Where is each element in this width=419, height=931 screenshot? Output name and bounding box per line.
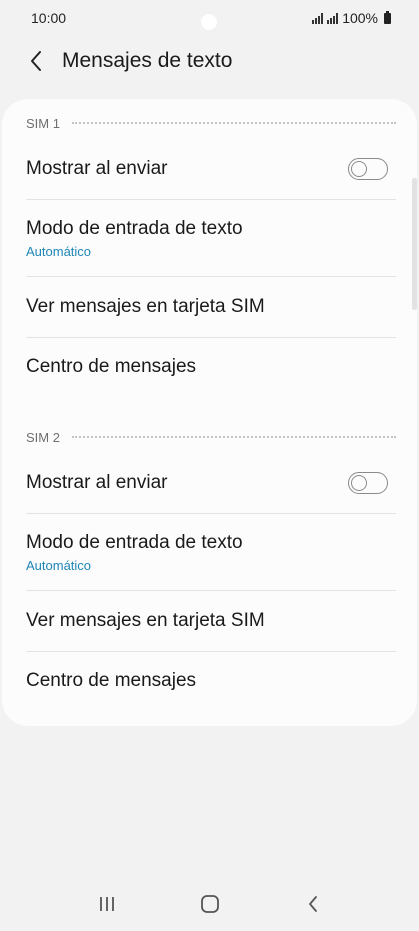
row-title: Centro de mensajes [26,670,197,691]
section-header-sim1: SIM 1 [26,113,396,133]
toggle-knob [351,161,367,177]
camera-cutout [201,14,217,30]
row-title: Modo de entrada de texto [26,217,243,239]
battery-icon [384,10,391,24]
row-title: Mostrar al enviar [26,158,168,179]
home-button[interactable] [185,884,235,924]
section-divider [71,122,396,124]
settings-card: SIM 1 Mostrar al enviar Modo de entrada … [2,99,417,726]
sim2-view-sim-messages[interactable]: Ver mensajes en tarjeta SIM [26,591,396,651]
section-label: SIM 1 [26,115,60,131]
signal-icon [327,12,339,24]
row-title: Ver mensajes en tarjeta SIM [26,610,265,631]
back-button[interactable] [16,41,56,81]
row-title: Centro de mensajes [26,356,197,377]
status-icons: 100% [312,10,391,26]
row-subtitle: Automático [26,557,92,573]
sim2-message-center[interactable]: Centro de mensajes [26,652,396,710]
sim1-show-on-send[interactable]: Mostrar al enviar [26,139,396,199]
navigation-bar [0,876,419,931]
row-title: Modo de entrada de texto [26,531,243,553]
section-label: SIM 2 [26,429,60,445]
row-subtitle: Automático [26,243,92,259]
recent-apps-icon [99,896,114,911]
section-header-sim2: SIM 2 [26,427,396,447]
sim1-show-on-send-toggle[interactable] [348,158,388,180]
section-divider [71,436,396,438]
sim2-show-on-send-toggle[interactable] [348,472,388,494]
row-title: Ver mensajes en tarjeta SIM [26,296,265,317]
nav-back-button[interactable] [288,884,338,924]
scrollbar[interactable] [412,178,417,310]
chevron-left-icon [31,51,41,71]
back-icon [308,895,317,912]
app-bar: Mensajes de texto [0,38,419,84]
sim1-message-center[interactable]: Centro de mensajes [26,338,396,396]
battery-percent: 100% [342,10,378,26]
home-icon [200,894,219,913]
page-title: Mensajes de texto [62,49,233,72]
sim2-show-on-send[interactable]: Mostrar al enviar [26,453,396,513]
status-time: 10:00 [31,10,67,26]
toggle-knob [351,475,367,491]
sim1-view-sim-messages[interactable]: Ver mensajes en tarjeta SIM [26,277,396,337]
signal-icon [312,12,324,24]
recent-apps-button[interactable] [82,884,132,924]
row-title: Mostrar al enviar [26,472,168,493]
sim1-text-input-mode[interactable]: Modo de entrada de texto Automático [26,200,396,276]
sim2-text-input-mode[interactable]: Modo de entrada de texto Automático [26,514,396,590]
